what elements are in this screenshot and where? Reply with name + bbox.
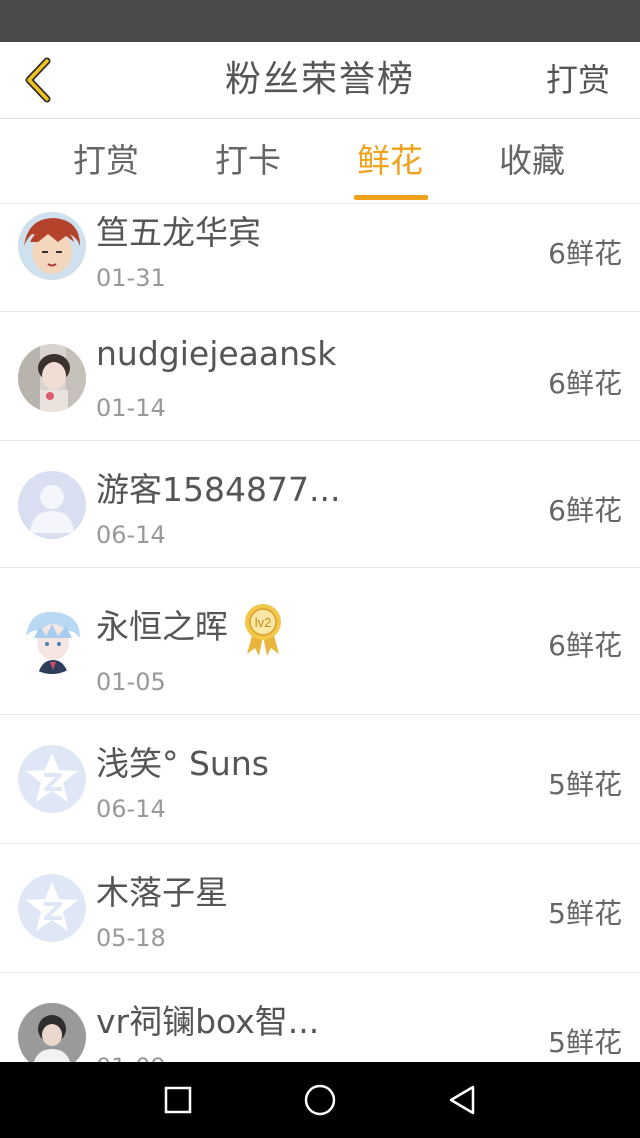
- list-item[interactable]: 永恒之晖 lv2 01-05 6鲜花: [0, 568, 640, 715]
- tab-reward[interactable]: 打赏: [36, 119, 176, 203]
- reward-button[interactable]: 打赏: [546, 42, 610, 118]
- flower-count: 6鲜花: [548, 494, 622, 527]
- app-header: 粉丝荣誉榜 打赏: [0, 42, 640, 119]
- fan-date: 01-05: [96, 668, 166, 696]
- fan-name: 笪五龙华宾: [96, 213, 261, 252]
- fan-name: vr祠镧box智...: [96, 1002, 320, 1041]
- recent-apps-button[interactable]: [158, 1080, 198, 1120]
- fan-name: 游客1584877...: [96, 470, 341, 509]
- fan-date: 01-09: [96, 1053, 166, 1062]
- list-item[interactable]: 游客1584877... 06-14 6鲜花: [0, 441, 640, 568]
- fan-name: 木落子星: [96, 873, 228, 912]
- fan-name: nudgiejeaansk: [96, 334, 337, 373]
- avatar: [18, 745, 86, 813]
- flower-count: 6鲜花: [548, 237, 622, 270]
- system-back-button[interactable]: [442, 1080, 482, 1120]
- flower-count: 6鲜花: [548, 629, 622, 662]
- avatar: [18, 1003, 86, 1062]
- flower-count: 5鲜花: [548, 768, 622, 801]
- medal-icon: lv2: [244, 603, 281, 656]
- avatar: [18, 344, 86, 412]
- tab-checkin[interactable]: 打卡: [178, 119, 318, 203]
- tab-bar: 打赏 打卡 鲜花 收藏: [0, 119, 640, 204]
- avatar: [18, 212, 86, 280]
- page-title: 粉丝荣誉榜: [224, 59, 415, 100]
- flower-count: 5鲜花: [548, 1026, 622, 1059]
- list-item[interactable]: 浅笑° Suns 06-14 5鲜花: [0, 715, 640, 844]
- circle-icon: [304, 1084, 336, 1116]
- fan-date: 01-31: [96, 264, 166, 292]
- list-item[interactable]: 木落子星 05-18 5鲜花: [0, 844, 640, 973]
- home-button[interactable]: [300, 1080, 340, 1120]
- list-item[interactable]: 笪五龙华宾 01-31 6鲜花: [0, 204, 640, 312]
- avatar: [18, 606, 86, 674]
- system-nav-bar: [0, 1062, 640, 1138]
- flower-count: 5鲜花: [548, 897, 622, 930]
- fan-date: 06-14: [96, 795, 166, 823]
- fan-name: 浅笑° Suns: [96, 744, 269, 783]
- avatar: [18, 471, 86, 539]
- triangle-icon: [449, 1085, 475, 1115]
- fan-name-text: 永恒之晖: [96, 607, 228, 646]
- flower-count: 6鲜花: [548, 367, 622, 400]
- list-item[interactable]: nudgiejeaansk 01-14 6鲜花: [0, 312, 640, 441]
- fan-date: 06-14: [96, 521, 166, 549]
- tab-flowers[interactable]: 鲜花: [320, 119, 460, 203]
- fan-date: 01-14: [96, 394, 166, 422]
- active-tab-indicator: [354, 195, 428, 200]
- tab-favorites[interactable]: 收藏: [462, 119, 602, 203]
- fan-list[interactable]: 笪五龙华宾 01-31 6鲜花 nudgiejeaansk 01-14 6鲜花: [0, 204, 640, 1062]
- fan-date: 05-18: [96, 924, 166, 952]
- avatar: [18, 874, 86, 942]
- status-bar: [0, 0, 640, 42]
- square-icon: [164, 1086, 192, 1114]
- fan-name: 永恒之晖 lv2: [96, 600, 283, 656]
- list-item[interactable]: vr祠镧box智... 01-09 5鲜花: [0, 973, 640, 1062]
- svg-text:lv2: lv2: [254, 615, 271, 630]
